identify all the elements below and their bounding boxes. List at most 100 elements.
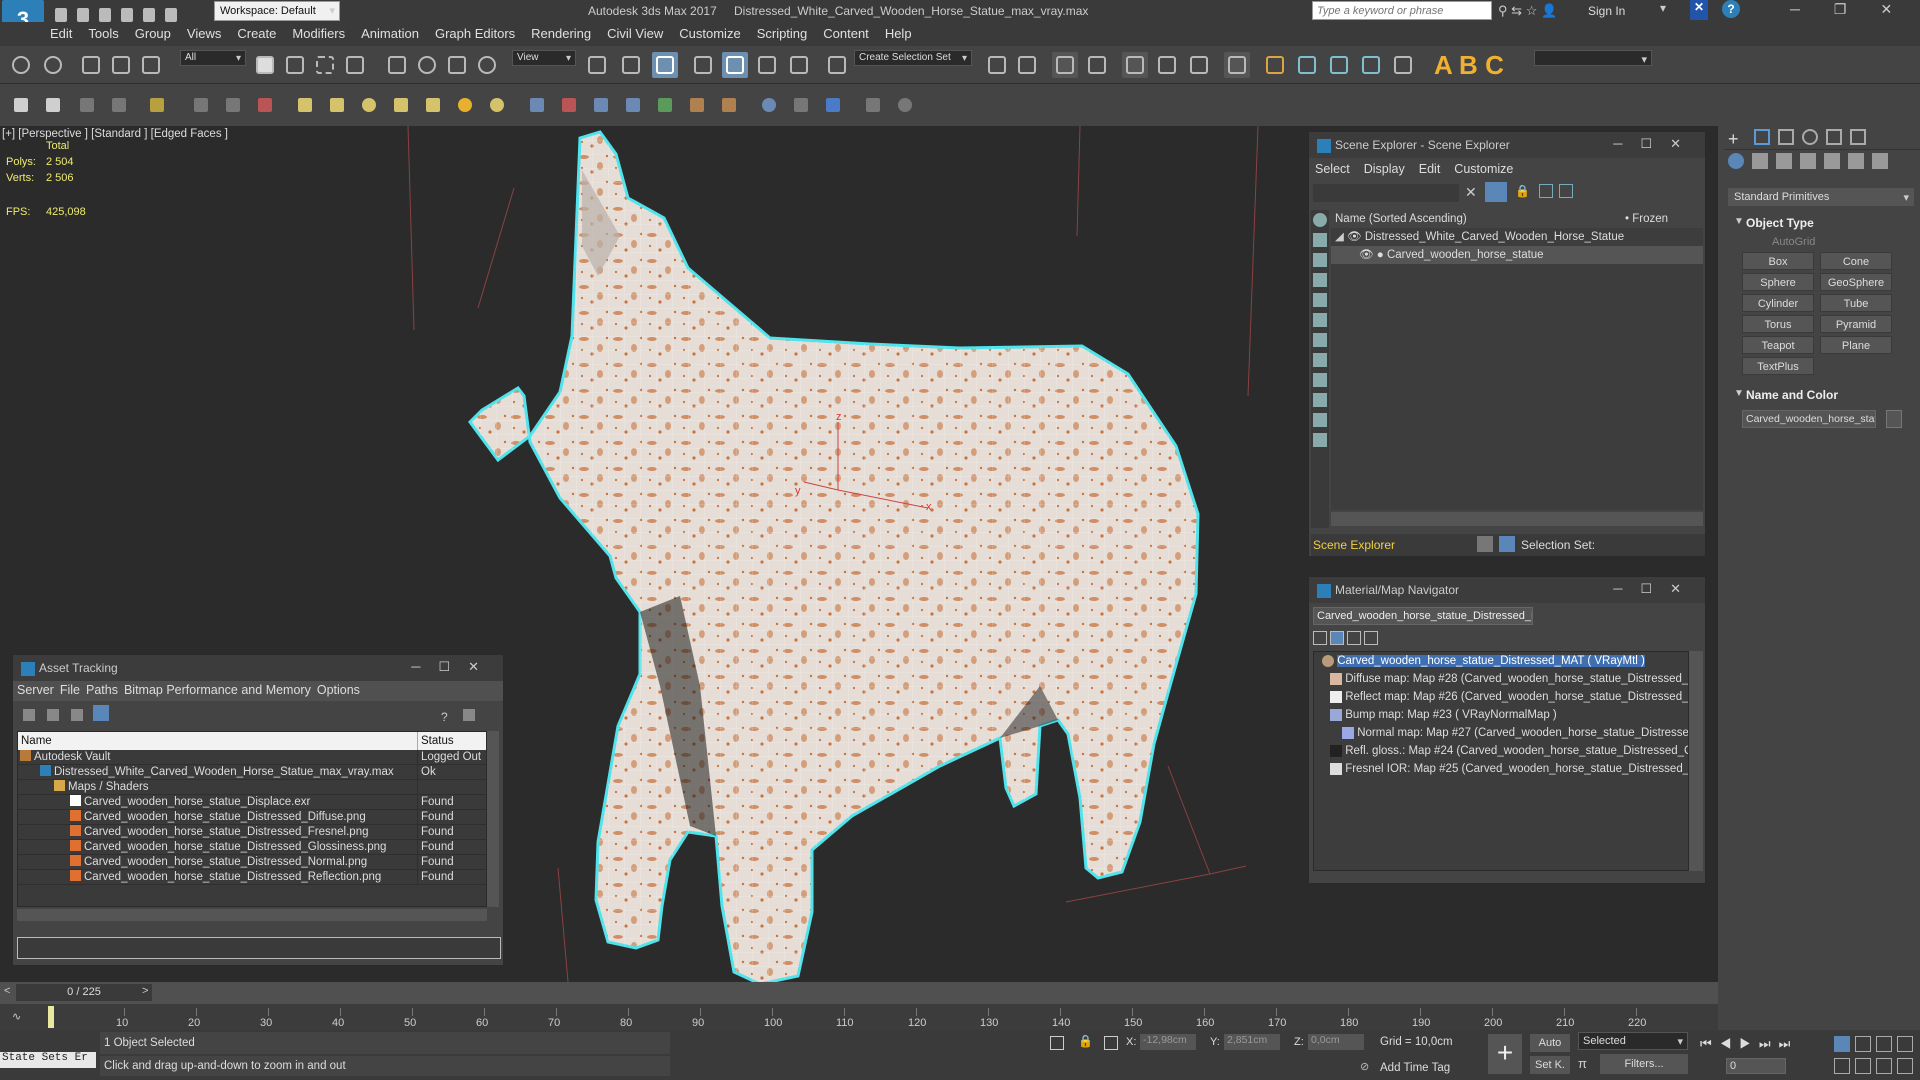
cylinder-button[interactable]: Cylinder <box>1742 294 1814 312</box>
menu-graph-editors[interactable]: Graph Editors <box>427 22 523 45</box>
se-footer-label[interactable]: Scene Explorer <box>1313 538 1395 552</box>
at-tool-2-icon[interactable] <box>47 709 59 721</box>
zoom-extents-all-icon[interactable] <box>1897 1036 1913 1052</box>
star-icon[interactable]: ☆ <box>1526 3 1538 18</box>
toolbar2-icon-15[interactable] <box>490 98 504 112</box>
binoculars-icon[interactable]: ⚲ <box>1498 3 1508 18</box>
se-filter-geometry-icon[interactable] <box>1313 213 1327 227</box>
mn-material-root[interactable]: Carved_wooden_horse_statue_Distressed_MA… <box>1314 652 1688 670</box>
toolbar2-icon-10[interactable] <box>330 98 344 112</box>
cone-button[interactable]: Cone <box>1820 252 1892 270</box>
autogrid-checkbox[interactable]: AutoGrid <box>1772 236 1815 248</box>
goto-start-icon[interactable]: ⏮ <box>1700 1036 1720 1051</box>
torus-button[interactable]: Torus <box>1742 315 1814 333</box>
x-coordinate-field[interactable]: -12,98cm <box>1140 1034 1196 1050</box>
se-selection-set-icon[interactable] <box>1499 536 1515 552</box>
mirror-icon[interactable] <box>984 52 1010 78</box>
rendered-frame-window-icon[interactable] <box>1294 52 1320 78</box>
close-icon[interactable]: ✕ <box>1880 1 1920 17</box>
pivot-center-icon[interactable] <box>584 52 610 78</box>
exchange-icon[interactable]: ⇆ <box>1511 3 1522 18</box>
object-color-swatch[interactable] <box>1886 410 1902 428</box>
set-key-mode-icon[interactable]: + <box>1488 1034 1522 1074</box>
collapse-icon[interactable]: ▼ <box>1734 216 1744 227</box>
menu-content[interactable]: Content <box>815 22 877 45</box>
menu-views[interactable]: Views <box>179 22 229 45</box>
toolbar2-icon-24[interactable] <box>794 98 808 112</box>
menu-help[interactable]: Help <box>877 22 920 45</box>
tube-button[interactable]: Tube <box>1820 294 1892 312</box>
key-filter-select[interactable]: Selected <box>1578 1032 1688 1050</box>
toolbar2-icon-11[interactable] <box>362 98 376 112</box>
time-slider-thumb[interactable]: 0 / 225 <box>16 984 152 1001</box>
geometry-icon[interactable] <box>1728 153 1744 169</box>
teapot-button[interactable]: Teapot <box>1742 336 1814 354</box>
toolbar2-icon-9[interactable] <box>298 98 312 112</box>
menu-animation[interactable]: Animation <box>353 22 427 45</box>
se-menu-select[interactable]: Select <box>1315 162 1350 176</box>
cameras-icon[interactable] <box>1800 153 1816 169</box>
at-col-status[interactable]: Status <box>418 732 454 750</box>
toolbar2-icon-13[interactable] <box>426 98 440 112</box>
toolbar2-icon-4[interactable] <box>112 98 126 112</box>
se-tree-item[interactable]: ◢ 👁 Distressed_White_Carved_Wooden_Horse… <box>1331 228 1703 246</box>
prev-frame-icon[interactable]: ◀ <box>1720 1036 1740 1051</box>
named-selection-select[interactable]: Create Selection Set <box>854 50 972 66</box>
at-settings-icon[interactable] <box>463 709 475 721</box>
save-file-icon[interactable] <box>99 8 111 22</box>
y-coordinate-field[interactable]: 2,851cm <box>1224 1034 1280 1050</box>
vray-b-icon[interactable]: B <box>1459 50 1478 80</box>
at-col-name[interactable]: Name <box>18 732 418 750</box>
motion-tab-icon[interactable] <box>1802 129 1818 145</box>
sign-in-link[interactable]: Sign In <box>1588 4 1625 18</box>
close-icon[interactable]: ✕ <box>1670 581 1699 596</box>
bind-space-warp-icon[interactable] <box>138 52 164 78</box>
toolbar2-icon-16[interactable] <box>530 98 544 112</box>
toolbar2-icon-7[interactable] <box>226 98 240 112</box>
se-tree-item-selected[interactable]: 👁 ● Carved_wooden_horse_statue <box>1331 246 1703 264</box>
se-clear-icon[interactable]: ✕ <box>1465 184 1477 201</box>
zoom-icon[interactable] <box>1834 1036 1850 1052</box>
maximize-icon[interactable]: ☐ <box>1640 136 1670 151</box>
at-table-row[interactable]: Carved_wooden_horse_statue_Distressed_Gl… <box>18 840 486 855</box>
select-by-name-icon[interactable] <box>282 52 308 78</box>
se-menu-edit[interactable]: Edit <box>1419 162 1441 176</box>
se-horizontal-scrollbar[interactable] <box>1331 512 1703 526</box>
toolbar2-icon-12[interactable] <box>394 98 408 112</box>
menu-civil-view[interactable]: Civil View <box>599 22 671 45</box>
schematic-view-icon[interactable] <box>1186 52 1212 78</box>
toolbar2-icon-2[interactable] <box>46 98 60 112</box>
collapse-icon[interactable]: ▼ <box>1734 388 1744 399</box>
render-production-icon[interactable] <box>1326 52 1352 78</box>
select-object-icon[interactable] <box>252 52 278 78</box>
move-icon[interactable] <box>384 52 410 78</box>
at-path-field[interactable] <box>17 937 501 959</box>
set-key-button[interactable]: Set K. <box>1530 1056 1570 1074</box>
menu-rendering[interactable]: Rendering <box>523 22 599 45</box>
at-tool-1-icon[interactable] <box>23 709 35 721</box>
at-table-row[interactable]: Autodesk Vault Logged Out <box>18 750 486 765</box>
menu-customize[interactable]: Customize <box>671 22 748 45</box>
minimize-icon[interactable]: ─ <box>1790 1 1834 17</box>
menu-edit[interactable]: Edit <box>42 22 80 45</box>
align-icon[interactable] <box>1014 52 1040 78</box>
mn-map-item[interactable]: Diffuse map: Map #28 (Carved_wooden_hors… <box>1314 670 1688 688</box>
render-setup-icon[interactable] <box>1262 52 1288 78</box>
lights-icon[interactable] <box>1776 153 1792 169</box>
toolbar2-icon-1[interactable] <box>14 98 28 112</box>
name-color-title[interactable]: Name and Color <box>1746 388 1838 402</box>
hierarchy-tab-icon[interactable] <box>1778 129 1794 145</box>
toolbar2-icon-3[interactable] <box>80 98 94 112</box>
se-filter-lights-icon[interactable] <box>1313 253 1327 267</box>
toolbar2-icon-25[interactable] <box>826 98 840 112</box>
toolbar2-icon-17[interactable] <box>562 98 576 112</box>
toolbar2-icon-22[interactable] <box>722 98 736 112</box>
toolbar2-icon-20[interactable] <box>658 98 672 112</box>
dropdown-arrow-icon[interactable]: ▾ <box>1660 1 1666 15</box>
object-name-field[interactable] <box>1742 410 1876 428</box>
se-filter-hidden-icon[interactable] <box>1313 433 1327 447</box>
orbit-icon[interactable] <box>1876 1058 1892 1074</box>
geosphere-button[interactable]: GeoSphere <box>1820 273 1892 291</box>
pyramid-button[interactable]: Pyramid <box>1820 315 1892 333</box>
at-menu-server[interactable]: Server <box>17 683 54 697</box>
